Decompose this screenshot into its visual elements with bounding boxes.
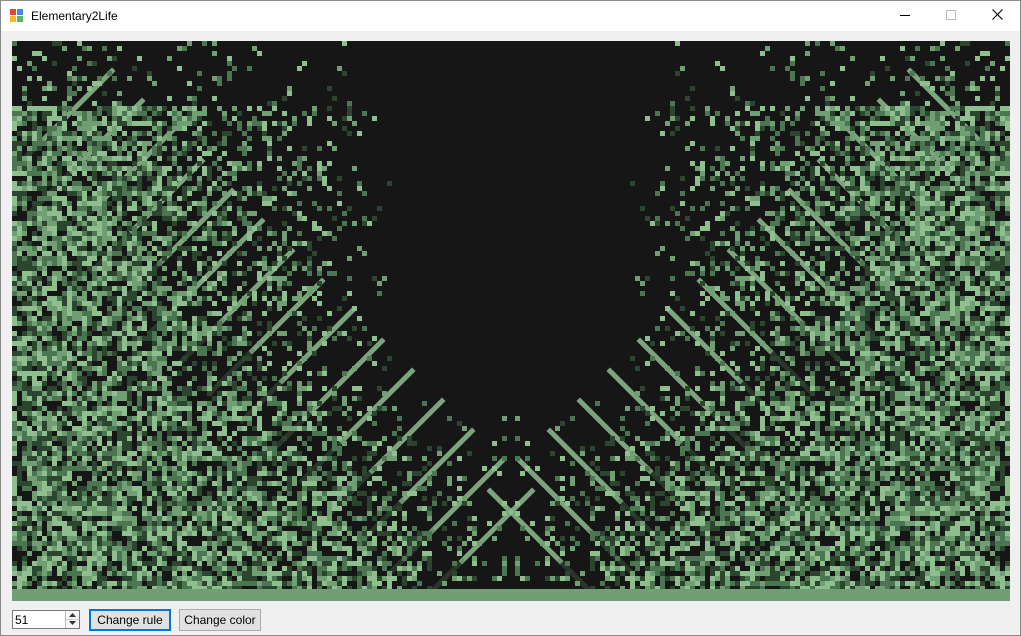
title-bar[interactable]: Elementary2Life xyxy=(1,1,1020,31)
automaton-canvas xyxy=(12,41,1010,601)
rule-number-stepper[interactable] xyxy=(12,610,80,629)
chevron-up-icon xyxy=(69,613,76,617)
close-button[interactable] xyxy=(974,1,1020,31)
stepper-down-button[interactable] xyxy=(66,619,79,627)
app-window-icon xyxy=(10,9,24,23)
cellular-automaton-image xyxy=(12,41,1010,601)
stepper-buttons xyxy=(65,611,79,628)
change-color-button[interactable]: Change color xyxy=(179,609,261,631)
minimize-button[interactable] xyxy=(882,1,928,31)
change-rule-button[interactable]: Change rule xyxy=(89,609,171,631)
maximize-button[interactable] xyxy=(928,1,974,31)
chevron-down-icon xyxy=(69,621,76,625)
rule-number-input[interactable] xyxy=(13,611,67,628)
window-title: Elementary2Life xyxy=(31,9,118,23)
close-icon xyxy=(991,9,1003,23)
minimize-icon xyxy=(900,9,910,23)
maximize-icon xyxy=(946,9,956,23)
app-window: Elementary2Life 51 Change rule Change co… xyxy=(0,0,1021,636)
